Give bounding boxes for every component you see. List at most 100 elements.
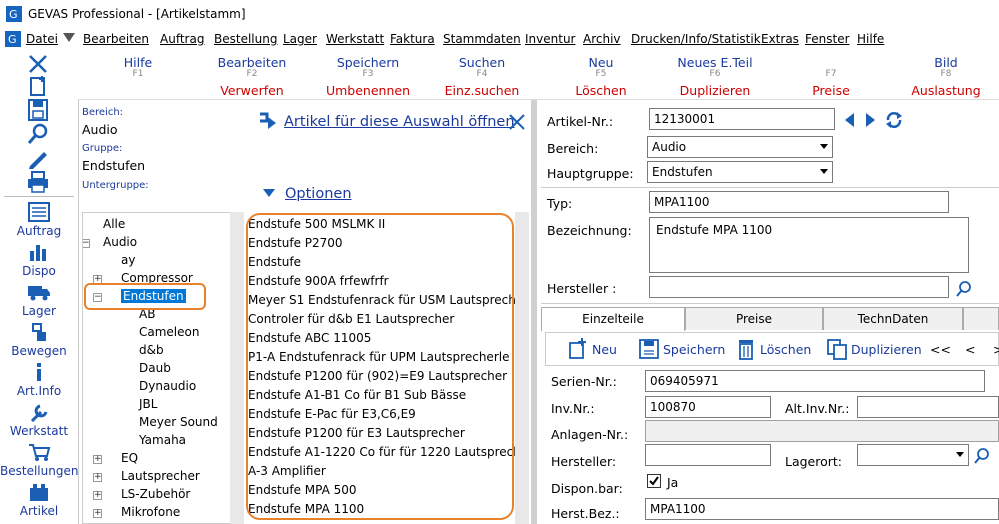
menu-stammdaten[interactable]: Stammdaten: [443, 32, 521, 46]
tree-expander[interactable]: +: [93, 455, 102, 464]
tab-einzelteile[interactable]: Einzelteile: [541, 307, 685, 331]
nav-bewegen[interactable]: Bewegen: [0, 322, 78, 358]
menu-bestellung[interactable]: Bestellung: [214, 32, 277, 46]
options-link[interactable]: Optionen: [285, 186, 352, 202]
tree-node[interactable]: Alle: [103, 217, 125, 231]
dispon-checkbox[interactable]: [647, 474, 661, 488]
tree-node[interactable]: Lautsprecher: [121, 469, 200, 483]
fkey-f6[interactable]: Neues E.Teil F6 Duplizieren: [659, 50, 771, 98]
fkey-f5[interactable]: Neu F5 Löschen: [545, 50, 657, 98]
lagerort-select[interactable]: [857, 444, 969, 466]
anlagennr-field[interactable]: [645, 420, 999, 442]
tab-more[interactable]: [963, 307, 999, 330]
app-menu-icon[interactable]: G: [5, 31, 21, 47]
list-scrollbar[interactable]: [515, 212, 529, 524]
menu-hilfe[interactable]: Hilfe: [857, 32, 884, 46]
bereich-select[interactable]: Audio: [647, 136, 833, 158]
refresh-icon[interactable]: [883, 109, 905, 131]
menu-werkstatt[interactable]: Werkstatt: [326, 32, 384, 46]
fkey-action[interactable]: Bild: [890, 55, 999, 70]
save-button[interactable]: Speichern: [663, 342, 725, 357]
hersteller-einzel-field[interactable]: [645, 444, 771, 466]
seriennr-field[interactable]: 069405971: [645, 370, 985, 392]
tree-node[interactable]: Cameleon: [139, 325, 199, 339]
hersteller-field[interactable]: [649, 276, 949, 298]
previous-arrow-icon[interactable]: [843, 112, 855, 128]
duplicate-button[interactable]: Duplizieren: [851, 342, 922, 357]
fkey-f1[interactable]: Hilfe F1: [82, 50, 194, 83]
typ-field[interactable]: MPA1100: [649, 191, 949, 213]
tree-expander[interactable]: +: [93, 473, 102, 482]
nav-artinfo[interactable]: Art.Info: [0, 362, 78, 398]
fkey-action[interactable]: Neu: [545, 55, 657, 70]
first-record-button[interactable]: <<: [930, 342, 951, 357]
tree-node[interactable]: ay: [121, 253, 135, 267]
previous-record-button[interactable]: <: [965, 342, 975, 357]
nav-artikel[interactable]: Artikel: [0, 482, 78, 518]
fkey-action[interactable]: [775, 55, 887, 70]
fkey-action[interactable]: Speichern: [312, 55, 424, 70]
next-record-button[interactable]: >: [993, 342, 999, 357]
menu-datei[interactable]: Datei: [26, 32, 58, 46]
fkey-action[interactable]: Neues E.Teil: [659, 55, 771, 70]
nav-dispo[interactable]: Dispo: [0, 242, 78, 278]
fkey-alt[interactable]: Löschen: [545, 83, 657, 98]
artikelnr-field[interactable]: 12130001: [649, 108, 835, 130]
fkey-action[interactable]: Hilfe: [82, 55, 194, 70]
tree-node[interactable]: Yamaha: [139, 433, 186, 447]
fkey-f3[interactable]: Speichern F3 Umbenennen: [312, 50, 424, 98]
hauptgruppe-select[interactable]: Endstufen: [647, 161, 833, 183]
tree-node[interactable]: Meyer Sound: [139, 415, 218, 429]
fkey-alt[interactable]: Umbenennen: [312, 83, 424, 98]
tab-techndaten[interactable]: TechnDaten: [823, 307, 963, 330]
tree-scrollbar[interactable]: [230, 212, 244, 524]
fkey-action[interactable]: Bearbeiten: [196, 55, 308, 70]
search-icon[interactable]: [973, 447, 991, 465]
search-icon[interactable]: [955, 280, 973, 298]
tab-preise[interactable]: Preise: [685, 307, 823, 330]
search-icon[interactable]: [24, 122, 52, 146]
edit-pencil-icon[interactable]: [24, 146, 52, 170]
chevron-down-icon[interactable]: [263, 189, 275, 199]
herstbez-field[interactable]: MPA1100: [645, 498, 999, 520]
fkey-action[interactable]: Suchen: [426, 55, 538, 70]
tree-node[interactable]: Dynaudio: [139, 379, 196, 393]
tree-node[interactable]: JBL: [139, 397, 157, 411]
bezeichnung-field[interactable]: Endstufe MPA 1100: [649, 217, 969, 273]
menu-fenster[interactable]: Fenster: [805, 32, 850, 46]
menu-faktura[interactable]: Faktura: [390, 32, 435, 46]
new-button[interactable]: Neu: [592, 342, 617, 357]
menu-extras[interactable]: Extras: [761, 32, 799, 46]
nav-lager[interactable]: Lager: [0, 282, 78, 318]
fkey-alt[interactable]: Auslastung: [890, 83, 999, 98]
menu-archiv[interactable]: Archiv: [583, 32, 621, 46]
next-arrow-icon[interactable]: [865, 112, 877, 128]
invnr-field[interactable]: 100870: [645, 396, 771, 418]
fkey-f2[interactable]: Bearbeiten F2 Verwerfen: [196, 50, 308, 98]
menu-lager[interactable]: Lager: [283, 32, 317, 46]
close-icon[interactable]: [507, 112, 527, 132]
nav-werkstatt[interactable]: Werkstatt: [0, 402, 78, 438]
tree-node[interactable]: Daub: [139, 361, 171, 375]
nav-bestellungen[interactable]: Bestellungen: [0, 442, 78, 478]
menu-bearbeiten[interactable]: Bearbeiten: [83, 32, 149, 46]
tree-node[interactable]: Mikrofone: [121, 505, 180, 519]
tree-node[interactable]: d&b: [139, 343, 164, 357]
fkey-f8[interactable]: Bild F8 Auslastung: [890, 50, 999, 98]
fkey-alt[interactable]: Preise: [775, 83, 887, 98]
open-articles-link[interactable]: Artikel für diese Auswahl öffnen: [284, 114, 515, 130]
close-icon[interactable]: [24, 52, 52, 76]
menu-dropdown-icon[interactable]: [63, 33, 75, 43]
nav-auftrag[interactable]: Auftrag: [0, 202, 78, 238]
menu-auftrag[interactable]: Auftrag: [160, 32, 204, 46]
save-icon[interactable]: [24, 98, 52, 122]
altinvnr-field[interactable]: [857, 396, 999, 418]
tree-node[interactable]: Audio: [103, 235, 137, 249]
fkey-alt[interactable]: Duplizieren: [659, 83, 771, 98]
tree-expander[interactable]: −: [83, 239, 90, 248]
tree-node[interactable]: EQ: [121, 451, 138, 465]
fkey-alt[interactable]: Einz.suchen: [426, 83, 538, 98]
menu-inventur[interactable]: Inventur: [525, 32, 575, 46]
print-icon[interactable]: [24, 170, 52, 194]
fkey-f7[interactable]: F7 Preise: [775, 50, 887, 99]
